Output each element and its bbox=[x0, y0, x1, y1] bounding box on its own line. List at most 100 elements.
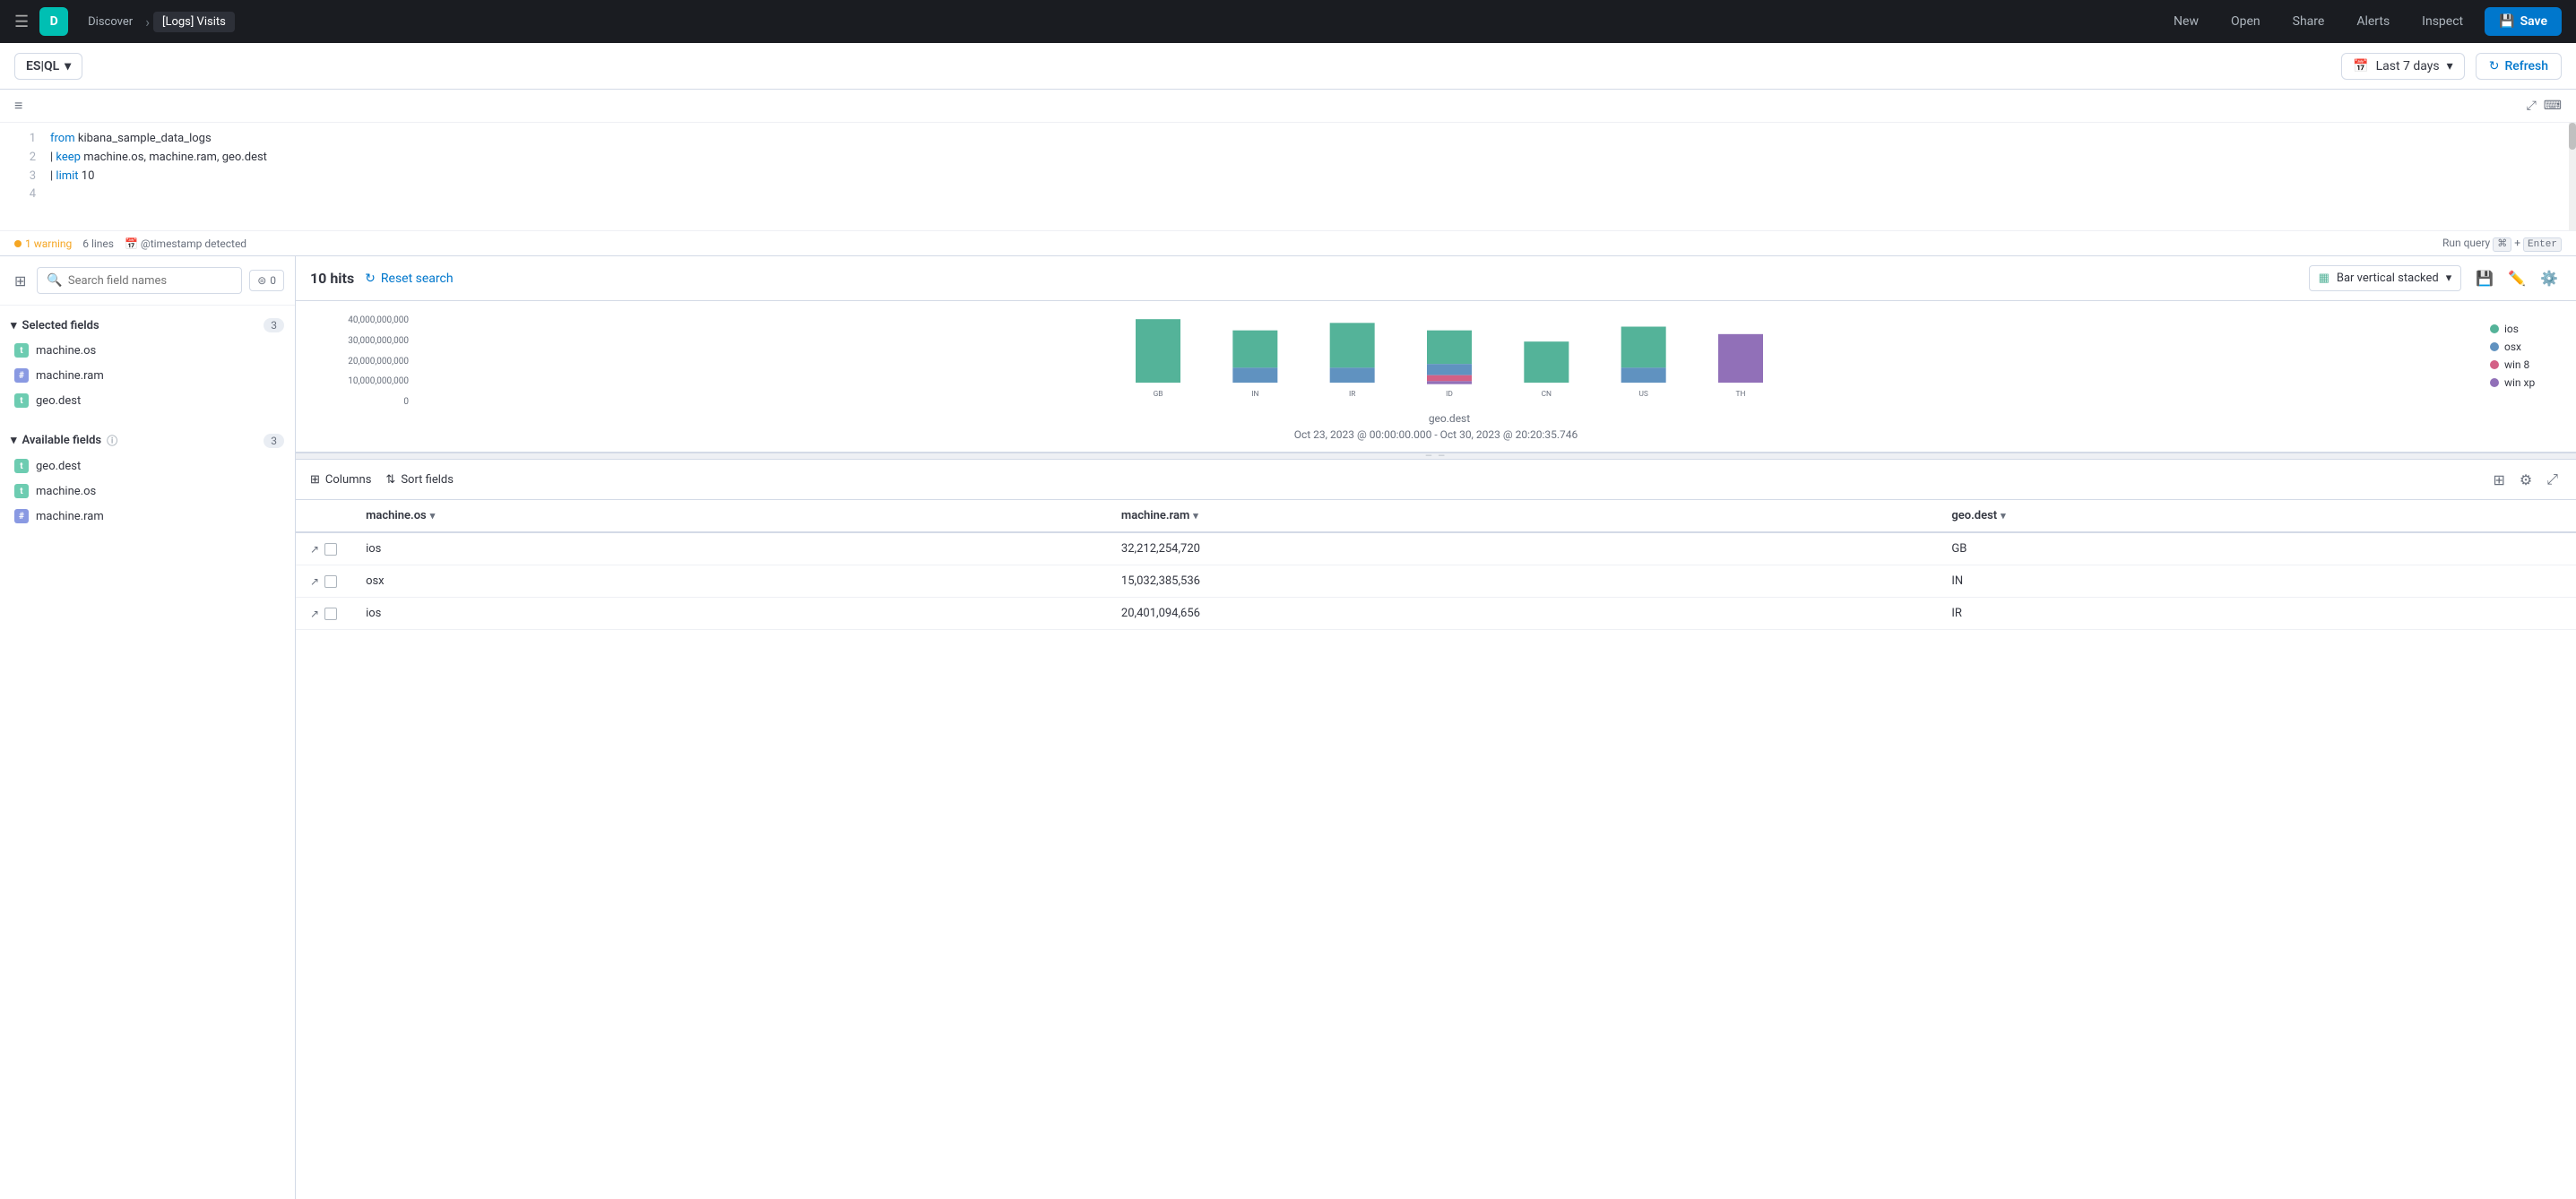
chart-main: GB IN IR ID CN US TH geo.dest bbox=[423, 315, 2476, 425]
date-picker[interactable]: 📅 Last 7 days ▾ bbox=[2341, 53, 2465, 80]
x-label-th: TH bbox=[1736, 390, 1746, 399]
cell-machine-ram: 32,212,254,720 bbox=[1107, 532, 1937, 565]
code-area[interactable]: 1 from kibana_sample_data_logs 2 | keep … bbox=[0, 123, 2576, 230]
code-line-1: 1 from kibana_sample_data_logs bbox=[0, 130, 2576, 149]
chevron-down-icon: ▾ bbox=[65, 59, 71, 73]
alerts-button[interactable]: Alerts bbox=[2346, 9, 2400, 34]
field-item-machine-os[interactable]: t machine.os bbox=[0, 338, 295, 363]
menu-icon[interactable]: ≡ bbox=[14, 97, 22, 115]
filter-icon: ⊜ bbox=[257, 274, 266, 287]
settings-table-button[interactable]: ⚙ bbox=[2516, 467, 2536, 492]
row-checkbox[interactable] bbox=[324, 608, 337, 620]
resize-handle[interactable]: — — bbox=[296, 453, 2576, 460]
fullscreen-button[interactable]: ⤢ bbox=[2543, 467, 2562, 492]
field-type-text: t bbox=[14, 484, 29, 498]
row-checkbox[interactable] bbox=[324, 575, 337, 588]
legend-dot-ios bbox=[2490, 324, 2499, 333]
legend-win8: win 8 bbox=[2490, 358, 2562, 371]
x-label-us: US bbox=[1638, 390, 1647, 399]
table-header-geo-dest[interactable]: geo.dest ▾ bbox=[1937, 500, 2576, 532]
columns-icon: ⊞ bbox=[310, 473, 320, 487]
sidebar-toolbar: ⊞ 🔍 ⊜ 0 bbox=[0, 256, 295, 306]
warning-badge[interactable]: 1 warning bbox=[14, 237, 72, 250]
sort-fields-button[interactable]: ⇅ Sort fields bbox=[385, 473, 454, 487]
refresh-icon: ↻ bbox=[2489, 59, 2500, 73]
expand-row-icon[interactable]: ↗ bbox=[310, 575, 319, 588]
edit-chart-button[interactable]: ✏️ bbox=[2504, 266, 2529, 290]
available-field-machine-ram[interactable]: # machine.ram bbox=[0, 504, 295, 529]
available-field-geo-dest[interactable]: t geo.dest bbox=[0, 453, 295, 479]
save-button[interactable]: 💾 Save bbox=[2485, 7, 2562, 36]
table-header-machine-os[interactable]: machine.os ▾ bbox=[351, 500, 1107, 532]
field-type-number: # bbox=[14, 509, 29, 523]
bar-id-winxp bbox=[1427, 381, 1472, 384]
row-controls: ↗ bbox=[296, 532, 351, 565]
legend-dot-win8 bbox=[2490, 360, 2499, 369]
refresh-icon: ↻ bbox=[365, 272, 376, 286]
row-checkbox[interactable] bbox=[324, 543, 337, 556]
expand-icon[interactable]: ⤢ bbox=[2527, 99, 2537, 113]
expand-row-icon[interactable]: ↗ bbox=[310, 608, 319, 620]
bar-cn-ios bbox=[1524, 341, 1569, 383]
field-type-text: t bbox=[14, 459, 29, 473]
hamburger-icon[interactable]: ☰ bbox=[14, 13, 29, 31]
available-fields-header[interactable]: ▾ Available fields ⓘ 3 bbox=[0, 427, 295, 453]
reset-search-button[interactable]: ↻ Reset search bbox=[365, 272, 453, 286]
filter-badge[interactable]: ⊜ 0 bbox=[249, 270, 284, 291]
x-label-gb: GB bbox=[1154, 390, 1163, 399]
sort-icon[interactable]: ▾ bbox=[430, 510, 436, 522]
breadcrumb-discover[interactable]: Discover bbox=[79, 12, 142, 32]
editor-toolbar: ≡ ⤢ ⌨ bbox=[0, 90, 2576, 123]
field-type-number: # bbox=[14, 368, 29, 383]
esql-button[interactable]: ES|QL ▾ bbox=[14, 53, 82, 80]
table-row: ↗ ios 32,212,254,720 GB bbox=[296, 532, 2576, 565]
top-nav: ☰ D Discover › [Logs] Visits New Open Sh… bbox=[0, 0, 2576, 43]
available-field-machine-os[interactable]: t machine.os bbox=[0, 479, 295, 504]
hits-count: 10 hits bbox=[310, 270, 354, 287]
cell-geo-dest: GB bbox=[1937, 532, 2576, 565]
sort-icon[interactable]: ▾ bbox=[2001, 510, 2006, 522]
calendar-icon: 📅 bbox=[2353, 59, 2368, 73]
search-input[interactable] bbox=[68, 274, 232, 288]
keyboard-icon[interactable]: ⌨ bbox=[2544, 99, 2562, 113]
expand-row-icon[interactable]: ↗ bbox=[310, 543, 319, 556]
field-type-text: t bbox=[14, 343, 29, 358]
refresh-button[interactable]: ↻ Refresh bbox=[2476, 53, 2562, 80]
field-item-machine-ram[interactable]: # machine.ram bbox=[0, 363, 295, 388]
bar-chart-icon: ▦ bbox=[2319, 272, 2330, 285]
chart-type-selector[interactable]: ▦ Bar vertical stacked ▾ bbox=[2309, 265, 2462, 291]
table-row: ↗ ios 20,401,094,656 IR bbox=[296, 598, 2576, 630]
selected-fields-header[interactable]: ▾ Selected fields 3 bbox=[0, 313, 295, 338]
app-icon: D bbox=[39, 7, 68, 36]
bar-id-ios bbox=[1427, 331, 1472, 365]
vertical-scrollbar[interactable] bbox=[2569, 123, 2576, 230]
settings-chart-button[interactable]: ⚙️ bbox=[2537, 266, 2562, 290]
sidebar-toggle-button[interactable]: ⊞ bbox=[11, 269, 30, 293]
chevron-down-icon: ▾ bbox=[11, 319, 17, 332]
new-button[interactable]: New bbox=[2163, 9, 2209, 34]
chart-time-range: Oct 23, 2023 @ 00:00:00.000 - Oct 30, 20… bbox=[310, 425, 2562, 444]
columns-button[interactable]: ⊞ Columns bbox=[310, 473, 371, 487]
breadcrumb-logs-visits[interactable]: [Logs] Visits bbox=[153, 12, 235, 32]
run-query: Run query ⌘ + Enter bbox=[2442, 237, 2562, 250]
save-chart-button[interactable]: 💾 bbox=[2472, 266, 2497, 290]
chevron-down-icon: ▾ bbox=[2446, 272, 2452, 285]
cell-machine-ram: 15,032,385,536 bbox=[1107, 565, 1937, 598]
chevron-down-icon: ▾ bbox=[11, 434, 17, 447]
field-item-geo-dest[interactable]: t geo.dest bbox=[0, 388, 295, 413]
x-label-in: IN bbox=[1251, 390, 1258, 399]
open-button[interactable]: Open bbox=[2220, 9, 2271, 34]
table-row: ↗ osx 15,032,385,536 IN bbox=[296, 565, 2576, 598]
search-box[interactable]: 🔍 bbox=[37, 267, 242, 294]
share-button[interactable]: Share bbox=[2282, 9, 2336, 34]
breadcrumb: Discover › [Logs] Visits bbox=[79, 12, 235, 32]
table-toolbar-icons: ⊞ ⚙ ⤢ bbox=[2489, 467, 2562, 492]
row-controls: ↗ bbox=[296, 598, 351, 630]
bar-id-win8 bbox=[1427, 375, 1472, 382]
chart-area: 40,000,000,000 30,000,000,000 20,000,000… bbox=[296, 301, 2576, 453]
grid-view-button[interactable]: ⊞ bbox=[2489, 467, 2508, 492]
sort-icon[interactable]: ▾ bbox=[1193, 510, 1198, 522]
bar-us-ios bbox=[1621, 327, 1666, 368]
inspect-button[interactable]: Inspect bbox=[2411, 9, 2474, 34]
table-header-machine-ram[interactable]: machine.ram ▾ bbox=[1107, 500, 1937, 532]
